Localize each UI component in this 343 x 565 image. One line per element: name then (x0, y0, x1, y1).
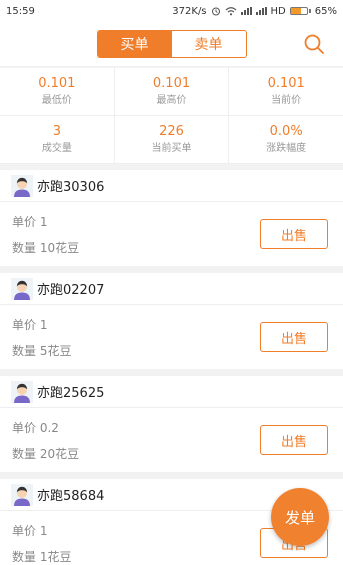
avatar (11, 483, 33, 506)
stat-current-buy-orders: 226 当前买单 (115, 116, 230, 163)
stat-current-price: 0.101 当前价 (267, 75, 305, 106)
top-bar: 买单 卖单 (0, 22, 343, 66)
unit-price: 单价 1 (12, 318, 48, 332)
signal-icon-2 (255, 7, 267, 15)
order-header: 亦跑02207 (0, 273, 343, 305)
quantity: 数量 10花豆 (12, 241, 80, 255)
battery-percent: 65% (314, 5, 337, 17)
quantity: 数量 5花豆 (12, 344, 72, 358)
stat-lowest-price: 0.101 最低价 (0, 68, 115, 115)
username: 亦跑02207 (37, 283, 105, 298)
avatar (11, 174, 33, 197)
quantity: 数量 20花豆 (12, 447, 80, 461)
battery-icon (289, 7, 311, 15)
wifi-icon (225, 7, 236, 16)
stats-row: 0.101 最低价 0.101 最高价 0.101 当前价 (0, 68, 343, 116)
quantity: 数量 1花豆 (12, 550, 72, 564)
list-item: 亦跑30306 单价 1 数量 10花豆 出售 (0, 170, 343, 266)
sell-button[interactable]: 出售 (260, 425, 328, 455)
network-speed: 372K/s (172, 5, 207, 17)
order-body: 单价 0.2 数量 20花豆 出售 (0, 408, 343, 472)
status-bar: 15:59 372K/s HD 65% (0, 0, 343, 22)
username: 亦跑30306 (37, 180, 105, 195)
list-item: 亦跑25625 单价 0.2 数量 20花豆 出售 (0, 376, 343, 472)
order-header: 亦跑25625 (0, 376, 343, 408)
post-order-button[interactable]: 发单 (271, 488, 329, 546)
status-indicators: 372K/s HD 65% (172, 6, 337, 17)
stat-highest-price: 0.101 最高价 (115, 68, 230, 115)
username: 亦跑25625 (37, 386, 105, 401)
order-header: 亦跑30306 (0, 170, 343, 202)
order-body: 单价 1 数量 10花豆 出售 (0, 202, 343, 266)
tab-sell-orders[interactable]: 卖单 (171, 31, 246, 57)
unit-price: 单价 1 (12, 524, 48, 538)
list-item: 亦跑02207 单价 1 数量 5花豆 出售 (0, 273, 343, 369)
order-type-toggle: 买单 卖单 (96, 30, 247, 58)
unit-price: 单价 0.2 (12, 421, 59, 435)
status-time: 15:59 (6, 5, 35, 17)
search-icon[interactable] (303, 33, 325, 55)
market-stats: 0.101 最低价 0.101 最高价 0.101 当前价 3 成交量 226 当前买单 … (0, 68, 343, 164)
sell-button[interactable]: 出售 (260, 219, 328, 249)
alarm-icon (211, 7, 220, 16)
tab-buy-orders[interactable]: 买单 (97, 31, 172, 57)
signal-icon (240, 7, 252, 15)
stat-change-percent: 0.0% 涨跌幅度 (266, 123, 307, 154)
unit-price: 单价 1 (12, 215, 48, 229)
stat-volume: 3 成交量 (0, 116, 115, 163)
stats-row: 3 成交量 226 当前买单 0.0% 涨跌幅度 (0, 116, 343, 164)
avatar (11, 277, 33, 300)
network-type: HD (270, 5, 286, 17)
avatar (11, 380, 33, 403)
order-body: 单价 1 数量 5花豆 出售 (0, 305, 343, 369)
username: 亦跑58684 (37, 489, 105, 504)
sell-button[interactable]: 出售 (260, 322, 328, 352)
